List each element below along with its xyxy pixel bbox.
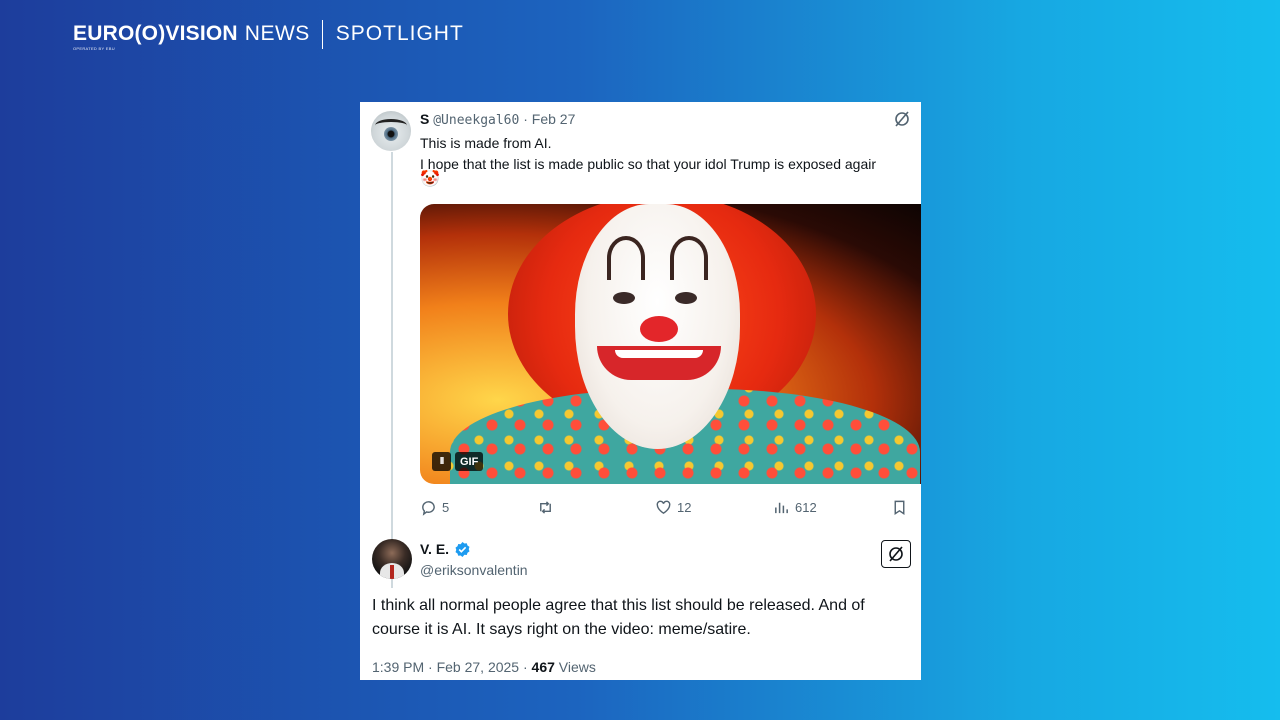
logo-wordmark: EURO(O)VISION bbox=[73, 22, 238, 45]
views-count: 467 bbox=[531, 659, 555, 675]
like-count: 12 bbox=[677, 499, 692, 515]
logo-news: NEWS bbox=[244, 22, 310, 45]
brand-header: EURO(O)VISION NEWS OPERATED BY EBU SPOTL… bbox=[73, 20, 464, 51]
thread-connector bbox=[391, 152, 393, 588]
eurovision-news-logo: EURO(O)VISION NEWS OPERATED BY EBU bbox=[73, 22, 310, 51]
avatar-eye-iris bbox=[384, 127, 398, 141]
tweet-header: S @Uneekgal60 · Feb 27 bbox=[420, 110, 575, 130]
tweet-timestamp[interactable]: 1:39 PM · Feb 27, 2025 · bbox=[372, 659, 532, 675]
author-name[interactable]: S bbox=[420, 111, 429, 127]
tweet-text: I think all normal people agree that thi… bbox=[372, 597, 865, 638]
retweet-button[interactable] bbox=[537, 497, 559, 517]
clown-brow-right bbox=[670, 236, 708, 280]
clown-nose bbox=[640, 316, 678, 342]
clown-face bbox=[575, 204, 740, 449]
gif-media[interactable]: II GIF bbox=[420, 204, 921, 484]
tweet-actions: 5 12 612 bbox=[420, 497, 910, 517]
brand-divider bbox=[321, 20, 323, 49]
gif-controls: II GIF bbox=[432, 451, 484, 472]
like-button[interactable]: 12 bbox=[655, 497, 691, 517]
tweet-text-line: I hope that the list is made public so t… bbox=[420, 156, 877, 172]
clown-teeth bbox=[615, 350, 703, 358]
grok-icon[interactable] bbox=[893, 110, 911, 128]
tweet-date[interactable]: Feb 27 bbox=[532, 111, 576, 127]
avatar-tie bbox=[390, 565, 394, 579]
views-count: 612 bbox=[795, 499, 817, 515]
reply-button[interactable]: 5 bbox=[420, 497, 449, 517]
avatar[interactable] bbox=[371, 111, 411, 151]
bookmark-icon bbox=[894, 500, 905, 515]
views-label: Views bbox=[554, 659, 596, 675]
pause-button[interactable]: II bbox=[432, 452, 451, 471]
clown-emoji: 🤡 bbox=[420, 171, 440, 188]
tweet-text-line: This is made from AI. bbox=[420, 135, 552, 151]
bookmark-button[interactable] bbox=[891, 497, 908, 517]
heart-icon bbox=[656, 500, 671, 514]
reply-icon bbox=[422, 500, 435, 516]
views-chart-icon bbox=[775, 502, 788, 513]
grok-button[interactable] bbox=[881, 540, 911, 568]
retweet-icon bbox=[540, 500, 551, 514]
clown-eye-left bbox=[613, 292, 635, 304]
tweet-meta: 1:39 PM · Feb 27, 2025 · 467 Views bbox=[372, 658, 596, 676]
clown-eye-right bbox=[675, 292, 697, 304]
tweet-screenshot-card: S @Uneekgal60 · Feb 27 This is made from… bbox=[360, 102, 921, 680]
clown-brow-left bbox=[607, 236, 645, 280]
author-handle[interactable]: @Uneekgal60 bbox=[433, 113, 519, 128]
reply-count: 5 bbox=[442, 499, 450, 515]
avatar[interactable] bbox=[372, 539, 412, 579]
section-title: SPOTLIGHT bbox=[335, 22, 464, 45]
author-name-row: V. E. bbox=[420, 539, 471, 559]
views-button[interactable]: 612 bbox=[773, 497, 817, 517]
gif-badge: GIF bbox=[455, 452, 484, 471]
author-name[interactable]: V. E. bbox=[420, 539, 449, 559]
verified-badge-icon bbox=[455, 541, 470, 557]
author-handle[interactable]: @eriksonvalentin bbox=[420, 561, 528, 579]
tweet-text: This is made from AI. I hope that the li… bbox=[420, 133, 876, 175]
logo-subline: OPERATED BY EBU bbox=[73, 46, 115, 51]
separator: · bbox=[519, 111, 532, 127]
grok-icon bbox=[889, 546, 903, 562]
